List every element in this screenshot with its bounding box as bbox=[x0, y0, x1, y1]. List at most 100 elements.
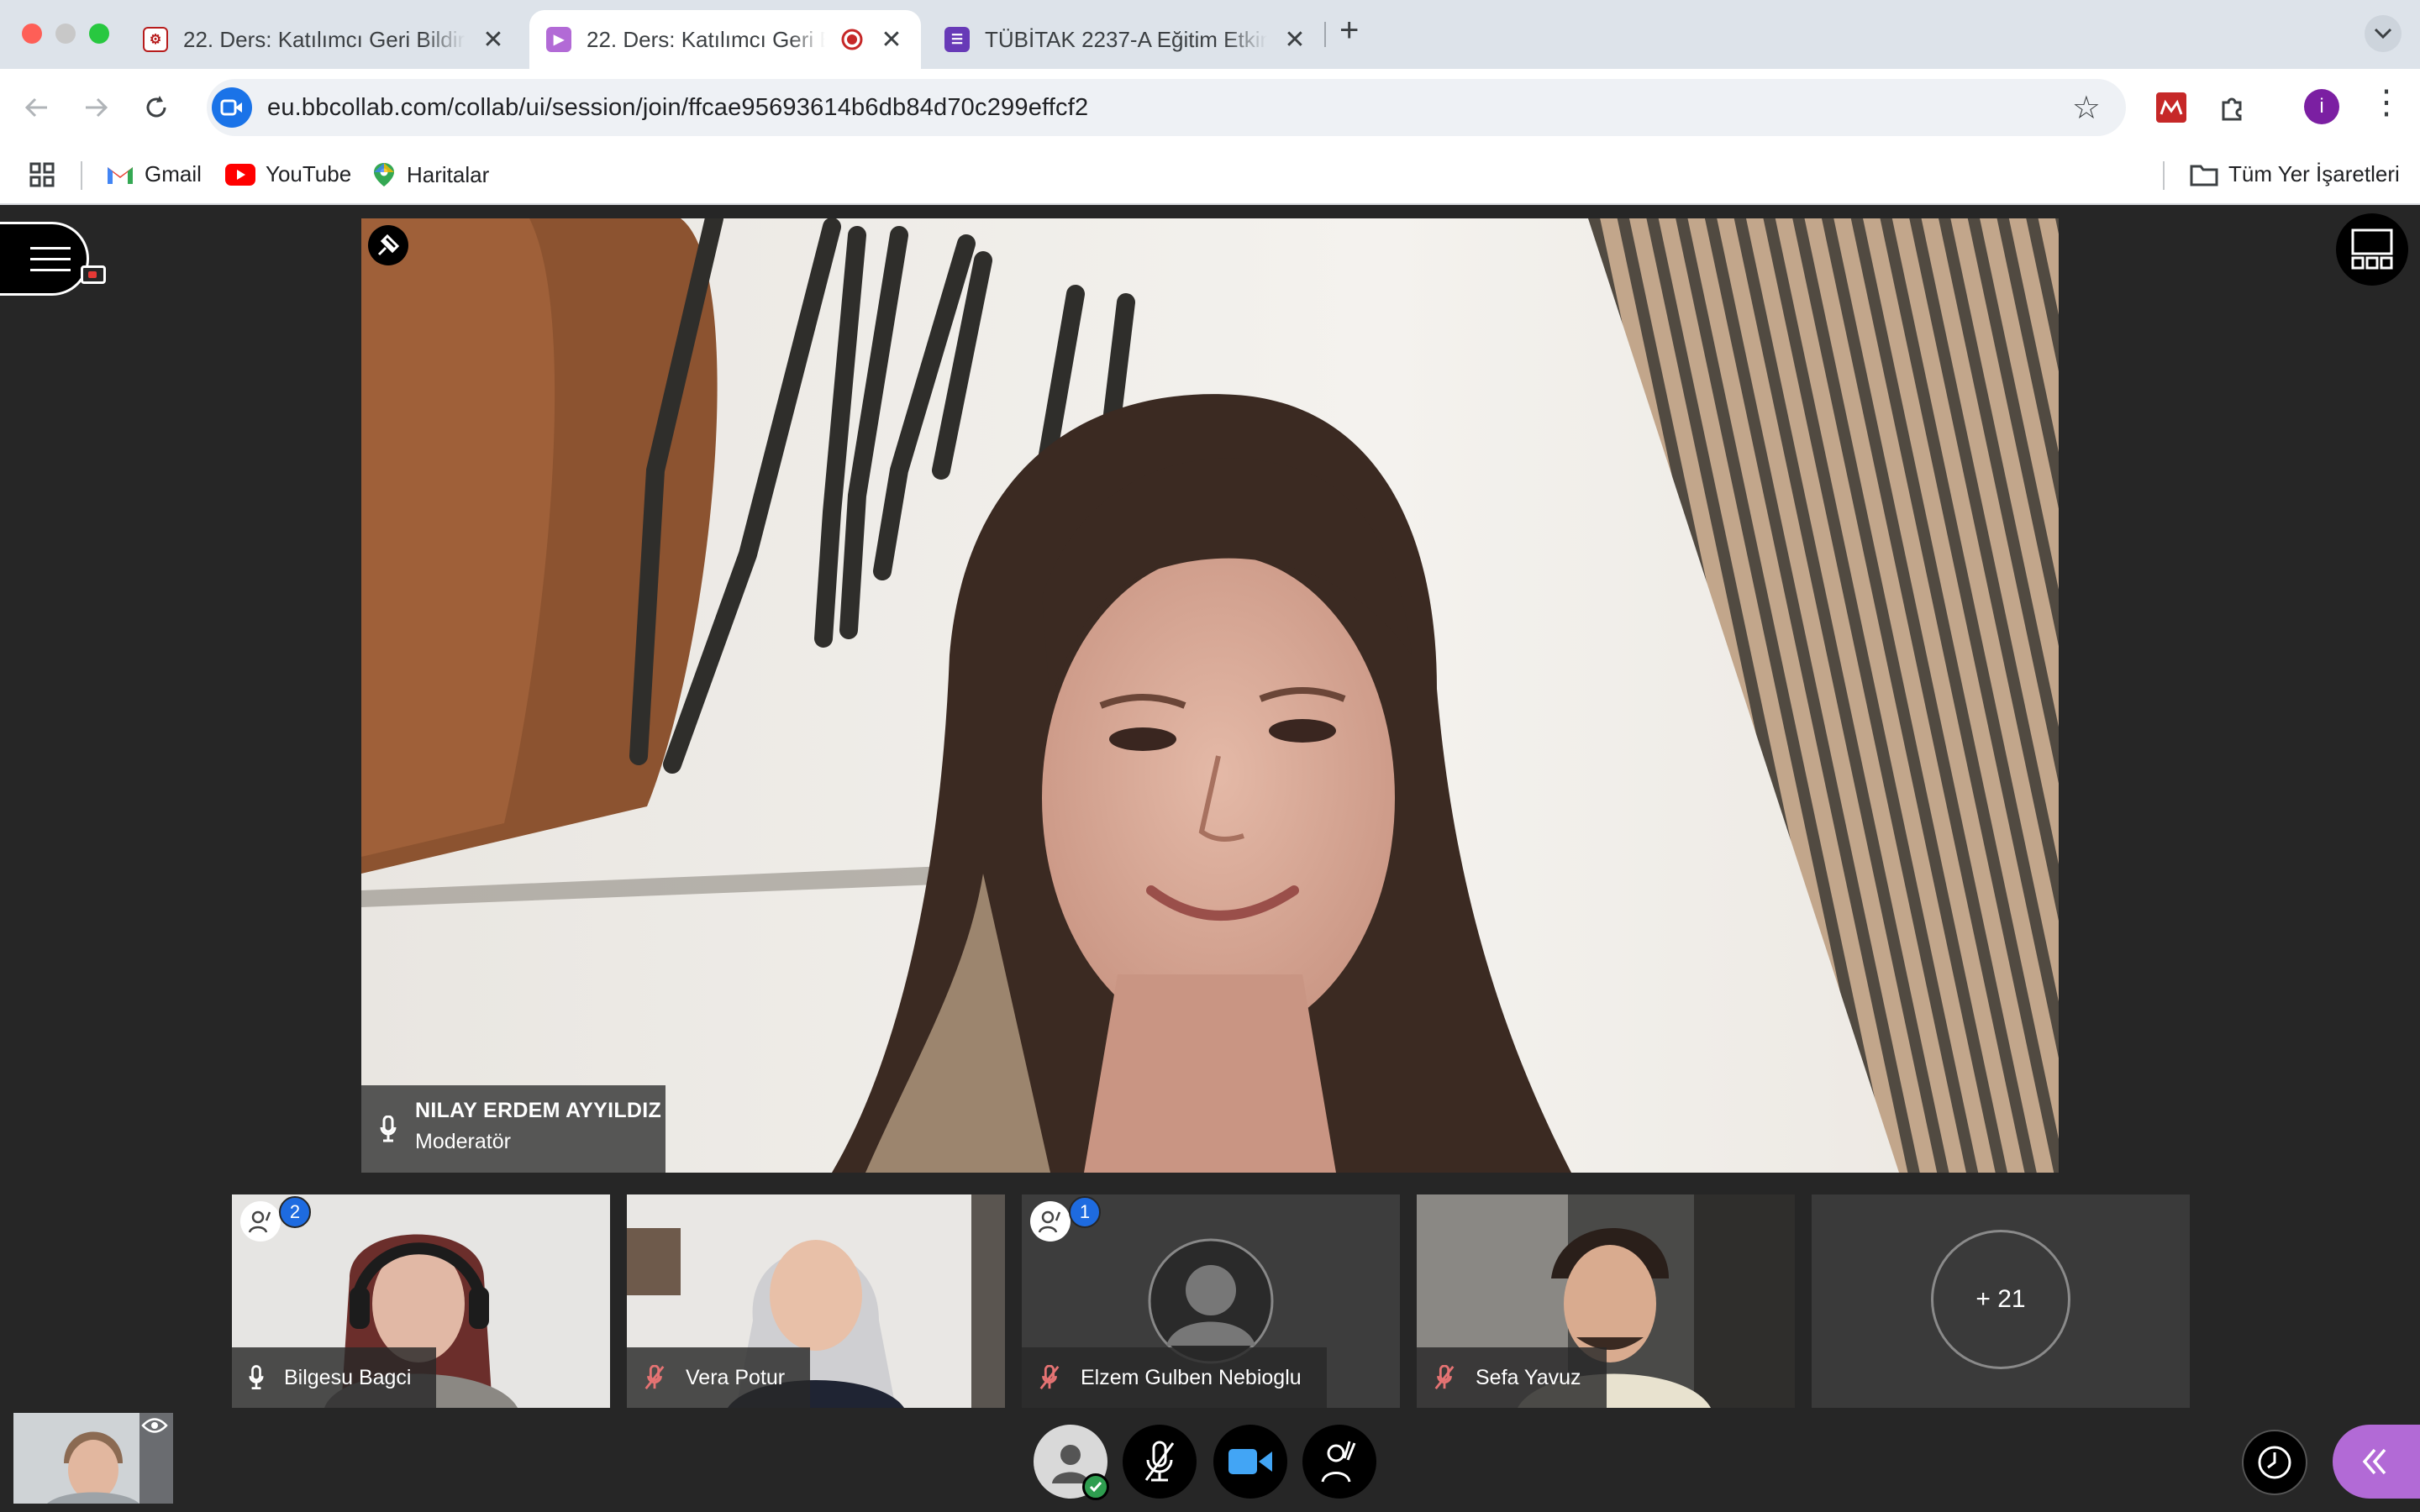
reload-icon bbox=[146, 96, 166, 118]
participant-tile[interactable]: Sefa Yavuz bbox=[1417, 1194, 1795, 1408]
participant-tile[interactable]: 2 Bilgesu Bagci bbox=[232, 1194, 610, 1408]
tab-separator bbox=[1324, 22, 1326, 47]
clock-icon bbox=[2258, 1446, 2291, 1479]
tab-close-icon[interactable]: ✕ bbox=[1282, 25, 1307, 55]
new-tab-button[interactable]: + bbox=[1339, 12, 1359, 50]
bookmark-youtube[interactable]: YouTube bbox=[225, 161, 351, 187]
tab-favicon-icon: ⚙ bbox=[143, 27, 168, 52]
microphone-muted-icon bbox=[1144, 1441, 1175, 1482]
participant-name-plate: Sefa Yavuz bbox=[1417, 1347, 1607, 1408]
open-collaborate-panel-button[interactable] bbox=[2333, 1425, 2420, 1499]
microphone-muted-icon bbox=[1039, 1365, 1060, 1389]
tab-favicon-icon: ☰ bbox=[944, 27, 970, 52]
back-button[interactable] bbox=[18, 89, 55, 126]
raise-hand-icon bbox=[1321, 1441, 1356, 1483]
participant-tile[interactable]: 1 Elzem Gulben Nebioglu bbox=[1022, 1194, 1400, 1408]
arrow-right-icon bbox=[86, 97, 108, 118]
video-camera-icon bbox=[1228, 1449, 1272, 1474]
eye-icon[interactable] bbox=[141, 1416, 168, 1435]
extensions-puzzle-icon[interactable] bbox=[2212, 87, 2252, 128]
participant-name: Bilgesu Bagci bbox=[284, 1365, 412, 1389]
browser-tab-3[interactable]: ☰ TÜBİTAK 2237-A Eğitim Etkinliği ✕ bbox=[928, 10, 1324, 69]
participant-name-plate: Vera Potur bbox=[627, 1347, 811, 1408]
hamburger-icon bbox=[30, 246, 71, 249]
window-maximize-button[interactable] bbox=[89, 24, 109, 44]
tab-favicon-icon: ▶ bbox=[546, 27, 571, 52]
microphone-toggle-button[interactable] bbox=[1123, 1425, 1197, 1499]
collaborate-session: NILAY ERDEM AYYILDIZ Moderatör 2 Bilgesu… bbox=[0, 205, 2420, 1512]
bookmarks-bar: Gmail YouTube Haritalar Tüm Yer İşaretle… bbox=[0, 146, 2420, 205]
main-speaker-video: NILAY ERDEM AYYILDIZ Moderatör bbox=[361, 218, 2059, 1173]
raise-hand-button[interactable] bbox=[1302, 1425, 1376, 1499]
tab-search-button[interactable] bbox=[2365, 15, 2402, 52]
recording-indicator-icon bbox=[841, 29, 863, 50]
window-minimize-button[interactable] bbox=[55, 24, 76, 44]
participant-name-plate: Elzem Gulben Nebioglu bbox=[1022, 1347, 1327, 1408]
bookmarks-separator bbox=[81, 161, 82, 190]
tab-title: TÜBİTAK 2237-A Eğitim Etkinliği bbox=[985, 26, 1267, 52]
my-status-button[interactable] bbox=[1034, 1425, 1109, 1500]
participant-tile[interactable]: Vera Potur bbox=[627, 1194, 1005, 1408]
tab-close-icon[interactable]: ✕ bbox=[879, 25, 904, 55]
forward-button[interactable] bbox=[77, 89, 114, 126]
participant-name-plate: Bilgesu Bagci bbox=[232, 1347, 437, 1408]
all-bookmarks-button[interactable]: Tüm Yer İşaretleri bbox=[2190, 161, 2400, 187]
session-menu-button[interactable] bbox=[0, 222, 89, 296]
speaker-name-plate: NILAY ERDEM AYYILDIZ Moderatör bbox=[361, 1085, 666, 1173]
youtube-icon bbox=[225, 163, 255, 186]
browser-toolbar: eu.bbcollab.com/collab/ui/session/join/f… bbox=[0, 69, 2420, 146]
browser-tab-2[interactable]: ▶ 22. Ders: Katılımcı Geri Bildirimi ✕ bbox=[529, 10, 921, 69]
bookmark-label: Haritalar bbox=[407, 161, 490, 187]
self-video-preview[interactable] bbox=[13, 1413, 173, 1504]
bookmark-label: YouTube bbox=[266, 161, 352, 186]
address-bar[interactable]: eu.bbcollab.com/collab/ui/session/join/f… bbox=[207, 79, 2126, 136]
apps-grid-icon bbox=[29, 162, 55, 187]
speaker-name: NILAY ERDEM AYYILDIZ bbox=[415, 1099, 662, 1122]
chevron-down-icon bbox=[2374, 28, 2392, 39]
browser-menu-button[interactable]: ⋮ bbox=[2370, 86, 2403, 119]
pin-speaker-icon[interactable] bbox=[368, 225, 408, 265]
tab-title: 22. Ders: Katılımcı Geri Bildirimi bbox=[183, 26, 466, 52]
browser-tab-strip: ⚙ 22. Ders: Katılımcı Geri Bildirimi ✕ ▶… bbox=[0, 0, 2420, 69]
tab-title: 22. Ders: Katılımcı Geri Bildirimi bbox=[587, 26, 825, 52]
participant-name: Sefa Yavuz bbox=[1476, 1365, 1581, 1389]
hand-raise-order-badge: 1 bbox=[1069, 1196, 1101, 1228]
all-bookmarks-label: Tüm Yer İşaretleri bbox=[2228, 161, 2400, 186]
reload-button[interactable] bbox=[138, 89, 175, 126]
bookmarks-separator bbox=[2163, 161, 2165, 190]
tab-close-icon[interactable]: ✕ bbox=[481, 25, 506, 55]
browser-tab-1[interactable]: ⚙ 22. Ders: Katılımcı Geri Bildirimi ✕ bbox=[126, 10, 523, 69]
window-close-button[interactable] bbox=[22, 24, 42, 44]
microphone-icon bbox=[249, 1365, 264, 1389]
arrow-left-icon bbox=[24, 97, 47, 118]
layout-toggle-button[interactable] bbox=[2336, 213, 2408, 286]
microphone-muted-icon bbox=[1434, 1365, 1455, 1389]
bookmark-haritalar[interactable]: Haritalar bbox=[371, 161, 489, 188]
apps-grid-button[interactable] bbox=[29, 161, 55, 188]
speaker-role: Moderatör bbox=[415, 1130, 511, 1153]
bookmark-label: Gmail bbox=[145, 161, 202, 186]
microphone-muted-icon bbox=[644, 1365, 665, 1389]
default-avatar-icon bbox=[1148, 1238, 1274, 1364]
folder-icon bbox=[2190, 165, 2218, 186]
gallery-layout-icon bbox=[2351, 228, 2393, 270]
gmail-icon bbox=[108, 166, 133, 184]
status-available-icon bbox=[1082, 1473, 1109, 1500]
speaker-video-frame bbox=[361, 218, 2059, 1173]
hand-raise-order-badge: 2 bbox=[279, 1196, 311, 1228]
url-text[interactable]: eu.bbcollab.com/collab/ui/session/join/f… bbox=[267, 94, 1088, 122]
camera-toggle-button[interactable] bbox=[1213, 1425, 1287, 1499]
bookmark-gmail[interactable]: Gmail bbox=[106, 161, 202, 187]
bookmark-star-icon[interactable]: ☆ bbox=[2072, 89, 2101, 127]
site-video-icon[interactable] bbox=[212, 87, 252, 128]
hamburger-line bbox=[30, 268, 71, 271]
recording-status-icon bbox=[81, 265, 106, 284]
more-participants-tile[interactable]: + 21 bbox=[1812, 1194, 2190, 1408]
extension-mendeley-icon[interactable] bbox=[2151, 87, 2191, 128]
raised-hand-icon: 2 bbox=[240, 1196, 311, 1242]
maps-icon bbox=[374, 163, 394, 186]
raised-hand-icon: 1 bbox=[1030, 1196, 1101, 1242]
session-activity-button[interactable] bbox=[2242, 1430, 2307, 1495]
double-chevron-left-icon bbox=[2362, 1448, 2386, 1475]
profile-avatar[interactable]: i bbox=[2304, 89, 2339, 124]
